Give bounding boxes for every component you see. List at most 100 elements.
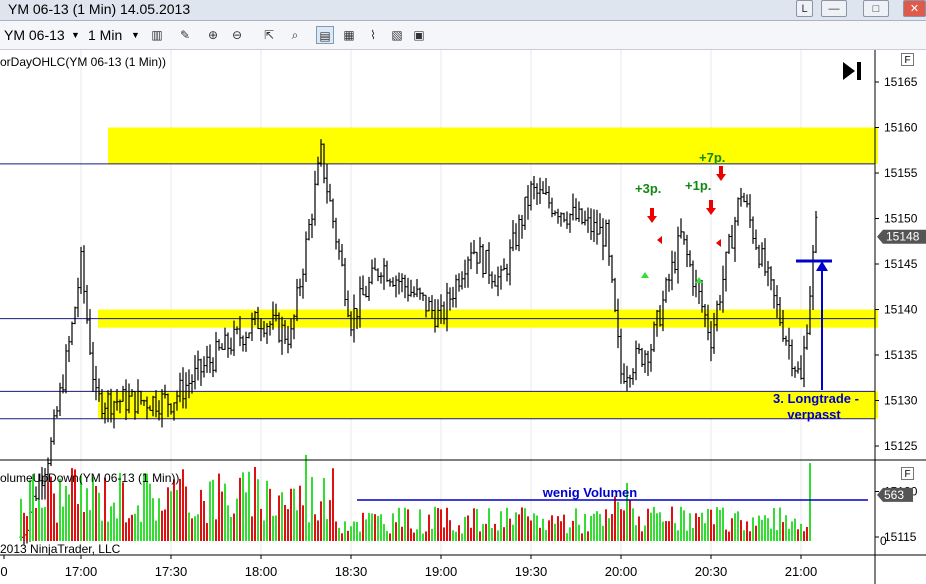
volume-bar [221,491,223,541]
volume-bar [401,526,403,541]
volume-bar [86,488,88,541]
volume-bar [311,476,313,541]
volume-bar [206,523,208,541]
volume-bar [662,521,664,541]
volume-bar [743,530,745,541]
volume-bar [725,529,727,541]
zoom-out-icon[interactable]: ⊖ [228,26,246,44]
missed-trade-label: 3. Longtrade - [773,391,859,406]
volume-bar [671,506,673,541]
volume-panel-button[interactable]: F [901,467,914,480]
price-tick-label: 15160 [884,121,918,135]
signal-marker-icon [657,236,662,244]
instrument-dropdown-icon[interactable]: ▼ [71,30,80,40]
volume-bar [497,530,499,541]
volume-bar [50,476,52,541]
volume-bar [263,520,265,541]
volume-bar [455,531,457,541]
play-icon [843,62,855,80]
volume-bar [719,510,721,541]
volume-bar [257,479,259,541]
volume-bar [422,533,424,541]
volume-bar [131,514,133,541]
volume-bar [650,512,652,541]
minimize-button[interactable]: — [821,0,847,17]
instrument-selector[interactable]: YM 06-13 [4,27,65,43]
interval-dropdown-icon[interactable]: ▼ [131,30,140,40]
candlestick-style-icon[interactable]: ▥ [148,26,166,44]
volume-bar [785,515,787,541]
volume-bar [224,483,226,541]
volume-bar [713,524,715,541]
volume-bar [779,507,781,541]
price-indicator-label: orDayOHLC(YM 06-13 (1 Min)) [0,55,167,69]
volume-bar [419,509,421,541]
volume-bar [191,518,193,541]
volume-bar [290,488,292,541]
chart-style-icon[interactable]: ▦ [340,26,358,44]
volume-bar [746,521,748,541]
volume-bar [176,489,178,541]
volume-bar [329,500,331,541]
volume-bar [254,467,256,541]
volume-bar [353,521,355,541]
link-button[interactable]: L [796,0,813,17]
trade-result-label: +7p. [699,150,725,165]
volume-bar [539,527,541,541]
volume-bar [101,520,103,541]
trade-result-label: +3p. [635,181,661,196]
volume-bar [161,510,163,541]
volume-bar [716,507,718,541]
volume-bar [89,510,91,541]
properties-icon[interactable]: ▧ [388,26,406,44]
trend-icon[interactable]: ⌇ [364,26,382,44]
volume-bar [320,501,322,541]
support-zone [98,391,878,419]
data-box-icon[interactable]: ▤ [316,26,334,44]
volume-bar [761,519,763,541]
sell-arrow-icon [647,208,657,223]
volume-bar [275,515,277,541]
volume-bar [791,521,793,541]
volume-bar [188,512,190,541]
volume-bar [200,489,202,541]
cursor-icon[interactable]: ⇱ [260,26,278,44]
draw-tools-icon[interactable]: ✎ [176,26,194,44]
maximize-button[interactable]: □ [863,0,889,17]
close-button[interactable]: ✕ [903,0,926,17]
volume-bar [614,496,616,541]
volume-bar [80,475,82,541]
chart-area[interactable]: +3p. +1p. +7p. 3. Longtrade -verpasst wenig … [0,50,926,584]
volume-bar [164,509,166,541]
volume-bar [764,515,766,541]
volume-bar [674,523,676,541]
zoom-in-icon[interactable]: ⊕ [204,26,222,44]
volume-bar [323,477,325,541]
volume-bar [623,510,625,541]
price-panel-button[interactable]: F [901,53,914,66]
magnify-icon[interactable]: ⌕ [286,26,304,44]
volume-bar [461,533,463,541]
volume-bar [170,491,172,541]
volume-bar [98,492,100,541]
volume-bar [737,511,739,541]
volume-bar [128,518,130,541]
volume-bar [503,527,505,541]
price-tick-label: 15135 [884,348,918,362]
volume-bar [599,513,601,541]
volume-bar [647,508,649,541]
order-panel-icon[interactable]: ▣ [410,26,428,44]
volume-bar [536,515,538,541]
interval-selector[interactable]: 1 Min [88,27,122,43]
volume-bar [608,518,610,541]
volume-bar [740,520,742,541]
volume-bar [530,520,532,541]
volume-bar [677,530,679,541]
volume-bar [278,495,280,541]
volume-bar [233,513,235,541]
volume-bar [140,521,142,541]
support-zone [108,127,878,164]
volume-bar [710,509,712,541]
volume-bar [149,483,151,541]
volume-bar [173,479,175,541]
